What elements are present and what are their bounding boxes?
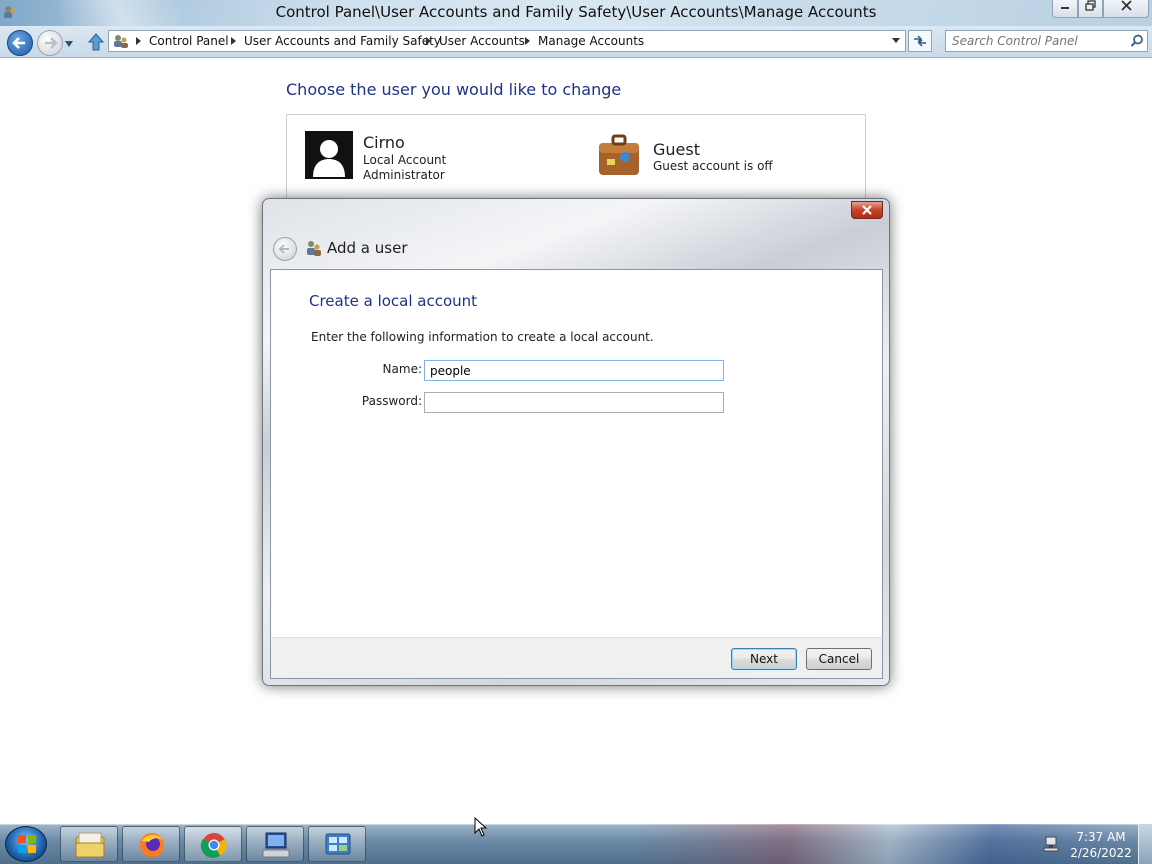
show-desktop-button[interactable] — [1138, 824, 1152, 864]
page-heading: Choose the user you would like to change — [286, 80, 622, 99]
back-arrow-icon — [278, 244, 289, 254]
breadcrumb-separator-icon[interactable] — [136, 37, 141, 45]
close-icon — [1120, 0, 1132, 11]
refresh-icon — [914, 35, 926, 47]
dialog-title: Add a user — [327, 239, 408, 257]
cancel-button[interactable]: Cancel — [806, 648, 872, 670]
clock-time: 7:37 AM — [1076, 830, 1126, 844]
mouse-cursor-icon — [474, 817, 488, 837]
minimize-button[interactable] — [1052, 0, 1078, 18]
close-window-button[interactable] — [1103, 0, 1149, 18]
clock-date: 2/26/2022 — [1070, 846, 1132, 860]
user-avatar-icon — [305, 131, 353, 179]
breadcrumb-user-accounts-family-safety[interactable]: User Accounts and Family Safety — [244, 34, 441, 48]
dialog-footer: Next Cancel — [270, 637, 883, 679]
breadcrumb-separator-icon[interactable] — [426, 37, 431, 45]
breadcrumb-control-panel[interactable]: Control Panel — [149, 34, 229, 48]
dialog-close-button[interactable] — [851, 201, 883, 219]
user-role: Administrator — [363, 168, 445, 182]
back-button[interactable] — [7, 30, 33, 56]
back-arrow-icon — [12, 37, 25, 49]
firefox-icon — [140, 833, 164, 857]
forward-arrow-icon — [45, 37, 58, 49]
window-titlebar: Control Panel\User Accounts and Family S… — [0, 0, 1152, 26]
taskbar-control-panel[interactable] — [308, 826, 366, 862]
dialog-instructions: Enter the following information to creat… — [311, 330, 654, 344]
up-level-icon[interactable] — [86, 32, 106, 52]
password-label: Password: — [361, 394, 422, 408]
recent-pages-dropdown-icon[interactable] — [64, 40, 74, 48]
computer-management-icon — [262, 832, 290, 858]
window-title: Control Panel\User Accounts and Family S… — [275, 3, 877, 21]
users-icon — [307, 241, 321, 256]
user-name: Cirno — [363, 133, 405, 152]
address-dropdown-icon[interactable] — [892, 38, 900, 43]
guest-suitcase-icon — [599, 134, 639, 175]
restore-button[interactable] — [1078, 0, 1103, 18]
system-clock[interactable]: 7:37 AM 2/26/2022 — [1068, 829, 1134, 861]
taskbar-chrome[interactable] — [184, 826, 242, 862]
control-panel-icon — [114, 35, 128, 48]
network-icon[interactable] — [1042, 836, 1060, 852]
windows-logo-icon — [18, 835, 36, 853]
dialog-back-button[interactable] — [273, 237, 297, 261]
search-box[interactable] — [945, 30, 1148, 52]
refresh-button[interactable] — [908, 30, 932, 52]
taskbar-firefox[interactable] — [122, 826, 180, 862]
taskbar-computer-management[interactable] — [246, 826, 304, 862]
start-button[interactable] — [5, 826, 47, 862]
address-bar[interactable]: Control Panel User Accounts and Family S… — [108, 30, 906, 52]
breadcrumb-manage-accounts[interactable]: Manage Accounts — [538, 34, 644, 48]
guest-status: Guest account is off — [653, 159, 773, 173]
chrome-icon — [200, 833, 227, 858]
minimize-icon — [1061, 7, 1069, 9]
user-name: Guest — [653, 140, 700, 159]
taskbar-file-explorer[interactable] — [60, 826, 118, 862]
search-icon[interactable] — [1130, 34, 1144, 48]
next-button[interactable]: Next — [731, 648, 797, 670]
dialog-body: Create a local account Enter the followi… — [270, 269, 883, 637]
search-input[interactable] — [952, 33, 1122, 49]
name-field[interactable] — [424, 360, 724, 381]
breadcrumb-user-accounts[interactable]: User Accounts — [439, 34, 525, 48]
name-label: Name: — [382, 362, 422, 376]
control-panel-icon — [325, 833, 351, 855]
breadcrumb-separator-icon[interactable] — [231, 37, 236, 45]
password-field[interactable] — [424, 392, 724, 413]
dialog-heading: Create a local account — [309, 292, 478, 310]
user-account-type: Local Account — [363, 153, 447, 167]
file-explorer-icon — [75, 832, 105, 858]
restore-icon — [1085, 0, 1096, 11]
add-user-dialog: Add a user Create a local account Enter … — [262, 198, 890, 686]
breadcrumb-separator-icon[interactable] — [525, 37, 530, 45]
close-icon — [862, 205, 872, 215]
forward-button[interactable] — [37, 30, 63, 56]
